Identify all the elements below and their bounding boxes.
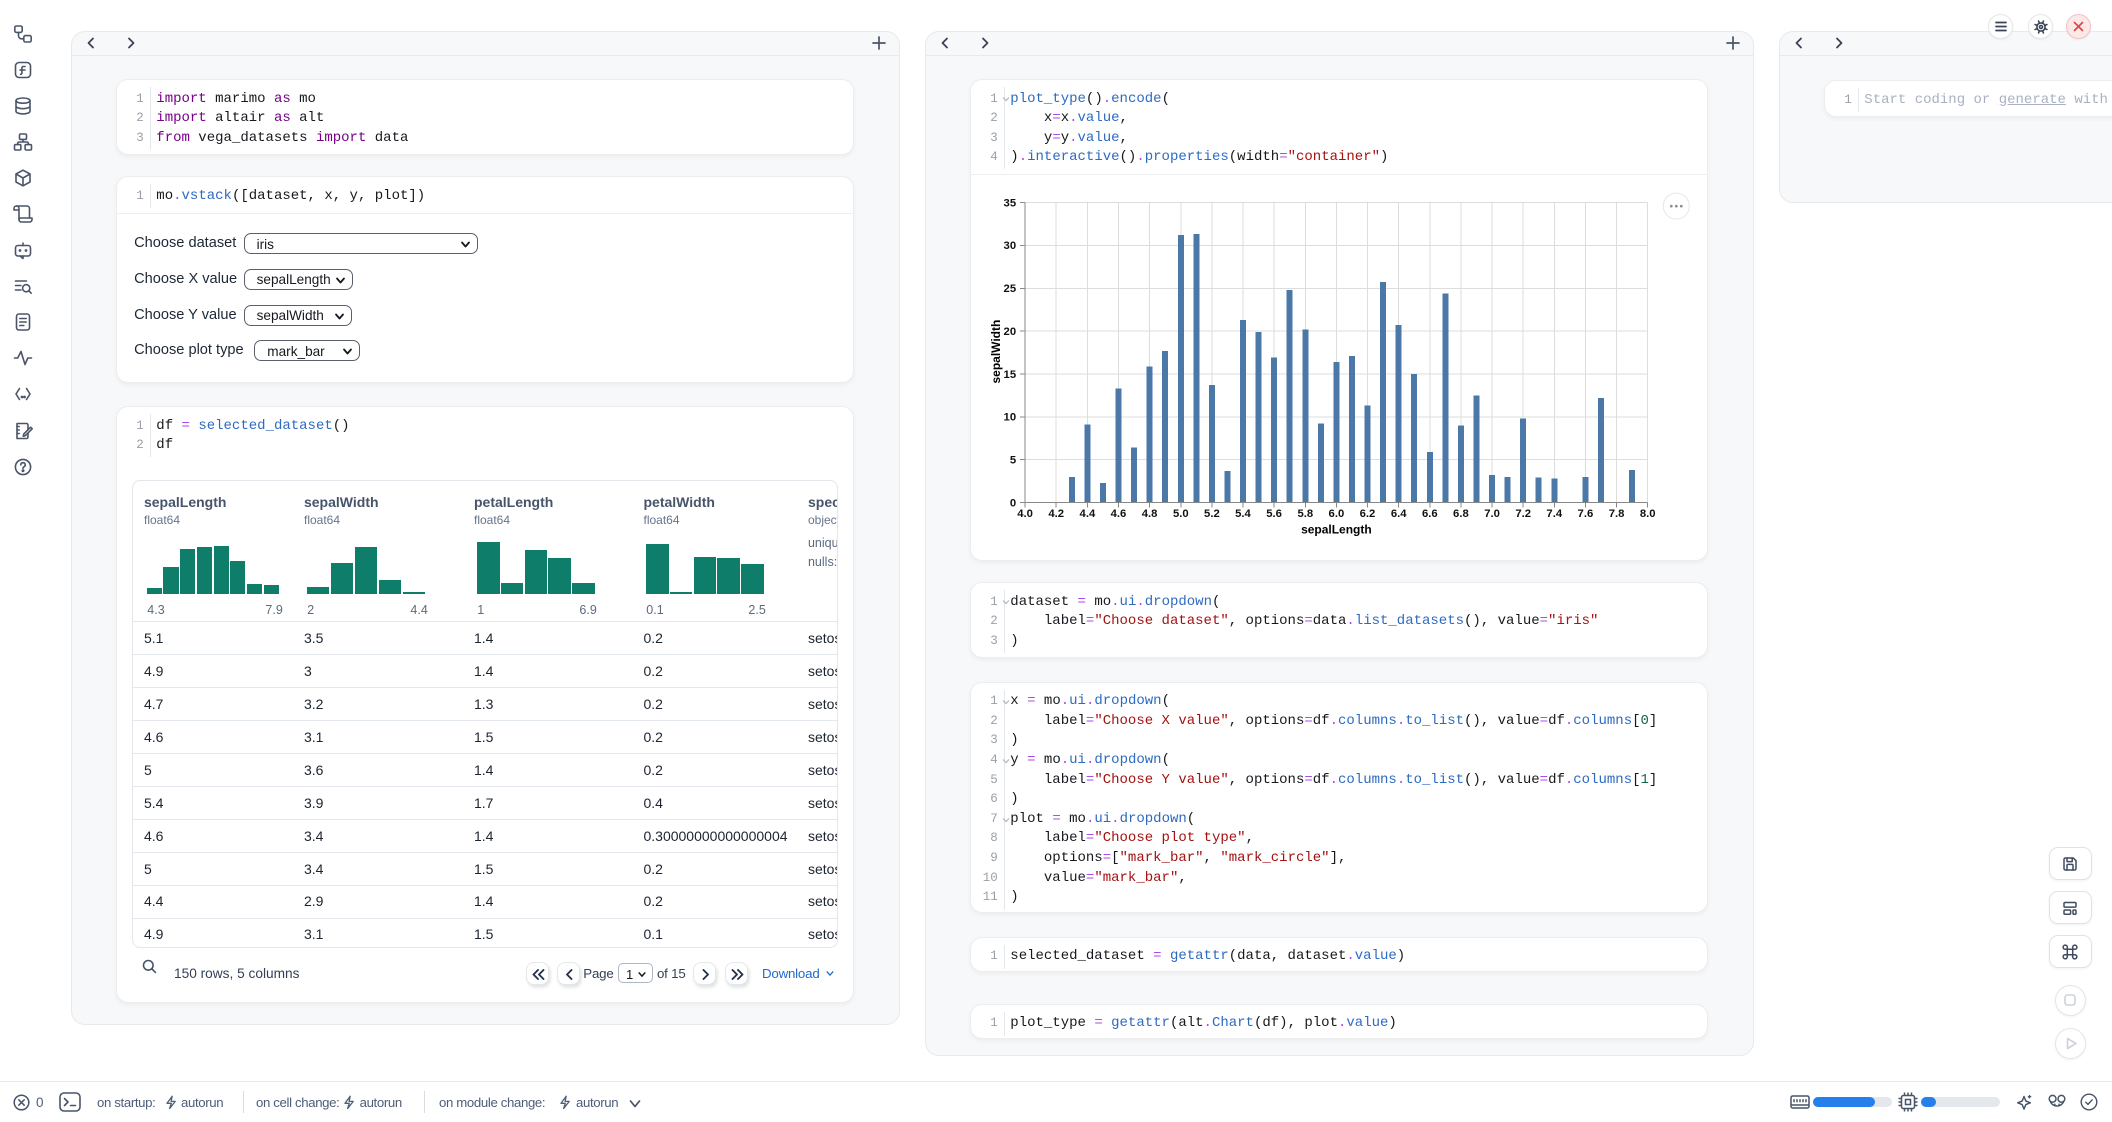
svg-text:4.4: 4.4: [1080, 508, 1096, 520]
svg-text:5: 5: [1010, 455, 1016, 467]
svg-text:0: 0: [1010, 498, 1016, 510]
svg-text:7.2: 7.2: [1516, 508, 1532, 520]
svg-text:30: 30: [1004, 241, 1017, 253]
svg-text:25: 25: [1004, 283, 1017, 295]
svg-text:6.6: 6.6: [1422, 508, 1438, 520]
svg-text:6.4: 6.4: [1391, 508, 1407, 520]
svg-text:7.8: 7.8: [1609, 508, 1625, 520]
svg-text:7.4: 7.4: [1547, 508, 1563, 520]
svg-text:20: 20: [1004, 326, 1017, 338]
svg-text:6.0: 6.0: [1329, 508, 1345, 520]
svg-text:8.0: 8.0: [1640, 508, 1656, 520]
svg-text:4.6: 4.6: [1111, 508, 1127, 520]
svg-text:5.4: 5.4: [1235, 508, 1251, 520]
svg-text:7.6: 7.6: [1578, 508, 1594, 520]
svg-text:4.8: 4.8: [1142, 508, 1158, 520]
svg-text:6.8: 6.8: [1453, 508, 1469, 520]
svg-text:35: 35: [1004, 198, 1017, 210]
svg-text:5.0: 5.0: [1173, 508, 1189, 520]
svg-text:sepalLength: sepalLength: [1301, 523, 1372, 537]
svg-text:4.2: 4.2: [1049, 508, 1065, 520]
svg-text:6.2: 6.2: [1360, 508, 1376, 520]
svg-text:sepalWidth: sepalWidth: [989, 320, 1003, 384]
svg-text:10: 10: [1004, 412, 1017, 424]
svg-text:5.6: 5.6: [1267, 508, 1283, 520]
svg-text:7.0: 7.0: [1485, 508, 1501, 520]
svg-text:15: 15: [1004, 369, 1017, 381]
svg-text:5.8: 5.8: [1298, 508, 1314, 520]
svg-text:4.0: 4.0: [1018, 508, 1034, 520]
svg-text:5.2: 5.2: [1204, 508, 1220, 520]
